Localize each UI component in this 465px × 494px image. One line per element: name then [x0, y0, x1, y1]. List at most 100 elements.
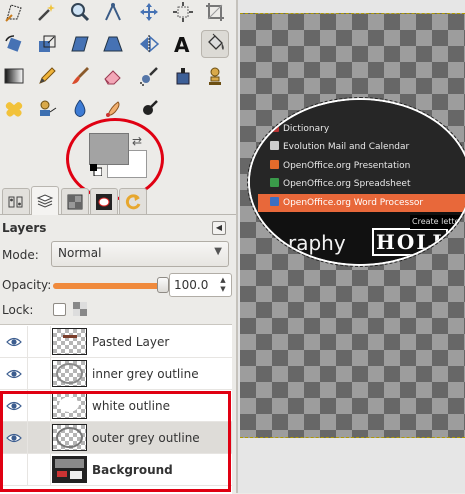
- layer-thumbnail[interactable]: [52, 424, 87, 451]
- dodge-burn-tool-button[interactable]: [135, 95, 163, 123]
- visibility-eye-icon[interactable]: [6, 400, 22, 412]
- text-tool-button[interactable]: A: [169, 30, 197, 58]
- smudge-tool-button[interactable]: [99, 95, 127, 123]
- heal-tool-button[interactable]: [0, 95, 28, 123]
- photo-menu-item: OpenOffice.org Presentation: [270, 157, 465, 175]
- photo-menu-item-label: OpenOffice.org Presentation: [283, 161, 411, 171]
- ink-icon: [176, 68, 190, 85]
- chain-link-toggle[interactable]: [27, 358, 51, 389]
- flip-tool-button[interactable]: [135, 30, 163, 58]
- opacity-spinbox[interactable]: 100.0 ▲ ▼: [169, 273, 232, 297]
- channels-tab[interactable]: [61, 188, 89, 214]
- app-icon: [270, 178, 279, 187]
- spin-arrows-icon[interactable]: ▲ ▼: [217, 276, 229, 294]
- dodge-burn-icon: [143, 100, 158, 115]
- perspective-clone-tool-button[interactable]: [33, 95, 61, 123]
- foreground-color-swatch[interactable]: [89, 133, 129, 165]
- photo-tooltip-text: Create letter: [410, 215, 465, 229]
- layer-name[interactable]: outer grey outline: [92, 431, 200, 445]
- free-select-tool-button[interactable]: [0, 0, 28, 26]
- ink-tool-button[interactable]: [169, 62, 197, 90]
- free-select-icon: [5, 4, 22, 22]
- photo-menu-item: Evolution Mail and Calendar: [270, 138, 465, 156]
- panel-menu-button[interactable]: ◀: [212, 221, 226, 235]
- blend-tool-button[interactable]: [0, 62, 28, 90]
- airbrush-icon: [140, 67, 158, 86]
- layer-row[interactable]: white outline: [0, 390, 232, 422]
- svg-text:A: A: [174, 33, 190, 55]
- airbrush-tool-button[interactable]: [135, 62, 163, 90]
- fuzzy-select-tool-button[interactable]: [33, 0, 61, 26]
- opacity-slider[interactable]: [53, 277, 169, 293]
- align-tool-button[interactable]: [169, 0, 197, 26]
- bucket-fill-icon: [208, 33, 224, 50]
- lock-alpha-icon[interactable]: [73, 302, 87, 316]
- fuzzy-select-icon: [38, 4, 55, 21]
- crop-icon: [206, 3, 224, 21]
- default-colors-icon[interactable]: [90, 164, 103, 177]
- smudge-icon: [106, 101, 120, 117]
- layer-name[interactable]: Background: [92, 463, 173, 477]
- layer-thumbnail[interactable]: [52, 392, 87, 419]
- tool-options-tab[interactable]: [2, 188, 30, 214]
- layer-thumbnail[interactable]: [52, 456, 87, 483]
- layer-row[interactable]: Background: [0, 454, 232, 486]
- chain-link-toggle[interactable]: [27, 326, 51, 357]
- photo-menu-item-label: Dictionary: [283, 124, 330, 134]
- mode-label: Mode:: [2, 248, 39, 262]
- measure-icon: [105, 2, 121, 21]
- dock-tabs: [0, 186, 236, 215]
- bucket-fill-tool-button[interactable]: [201, 30, 229, 58]
- paintbrush-tool-button[interactable]: [66, 62, 94, 90]
- clone-icon: [209, 67, 221, 85]
- mode-select[interactable]: Normal ▼: [51, 241, 229, 267]
- move-tool-button[interactable]: [135, 0, 163, 26]
- photo-menu-item: OpenOffice.org Spreadsheet: [270, 175, 465, 193]
- visibility-eye-icon[interactable]: [6, 432, 22, 444]
- crop-tool-button[interactable]: [201, 0, 229, 26]
- undo-history-tab[interactable]: [119, 188, 147, 214]
- measure-tool-button[interactable]: [99, 0, 127, 26]
- layers-tab[interactable]: [31, 186, 59, 215]
- layer-row[interactable]: outer grey outline: [0, 422, 232, 454]
- layer-thumbnail[interactable]: [52, 328, 87, 355]
- scale-tool-button[interactable]: [33, 30, 61, 58]
- layer-name[interactable]: Pasted Layer: [92, 335, 169, 349]
- visibility-eye-icon[interactable]: [6, 368, 22, 380]
- perspective-tool-button[interactable]: [99, 30, 127, 58]
- layer-row[interactable]: Pasted Layer: [0, 326, 232, 358]
- perspective-clone-icon: [40, 100, 57, 116]
- blur-tool-button[interactable]: [66, 95, 94, 123]
- layer-name[interactable]: inner grey outline: [92, 367, 199, 381]
- photo-menu-item-label: OpenOffice.org Spreadsheet: [283, 179, 411, 189]
- align-icon: [173, 2, 193, 22]
- visibility-eye-icon[interactable]: [6, 336, 22, 348]
- perspective-icon: [103, 36, 123, 52]
- layer-name[interactable]: white outline: [92, 399, 170, 413]
- text-icon: A: [174, 33, 190, 55]
- circular-photo-layer: Dictionary Evolution Mail and Calendar Ope…: [247, 97, 465, 267]
- chain-link-toggle[interactable]: [27, 454, 51, 485]
- pencil-tool-button[interactable]: [33, 62, 61, 90]
- heal-icon: [5, 102, 23, 117]
- shear-tool-button[interactable]: [66, 30, 94, 58]
- image-layer-area[interactable]: Dictionary Evolution Mail and Calendar Ope…: [240, 13, 465, 438]
- layer-thumbnail[interactable]: [52, 360, 87, 387]
- visibility-eye-icon[interactable]: [6, 464, 22, 476]
- eraser-tool-button[interactable]: [99, 62, 127, 90]
- clone-tool-button[interactable]: [201, 62, 229, 90]
- layer-list: Pasted Layer inner grey outline white outl…: [0, 324, 232, 494]
- rotate-tool-button[interactable]: [0, 30, 28, 58]
- lock-pixels-checkbox[interactable]: [53, 303, 66, 316]
- zoom-tool-button[interactable]: [66, 0, 94, 26]
- swap-colors-icon[interactable]: ⇄: [132, 134, 146, 148]
- app-icon: [270, 160, 279, 169]
- chain-link-toggle[interactable]: [27, 390, 51, 421]
- image-canvas[interactable]: Dictionary Evolution Mail and Calendar Ope…: [238, 0, 465, 493]
- paths-tab[interactable]: [90, 188, 118, 214]
- layer-row[interactable]: inner grey outline: [0, 358, 232, 390]
- photo-text-graphy: raphy: [288, 231, 346, 255]
- toolbox: A: [0, 0, 236, 126]
- chain-link-toggle[interactable]: [27, 422, 51, 453]
- opacity-slider-handle[interactable]: [157, 277, 169, 293]
